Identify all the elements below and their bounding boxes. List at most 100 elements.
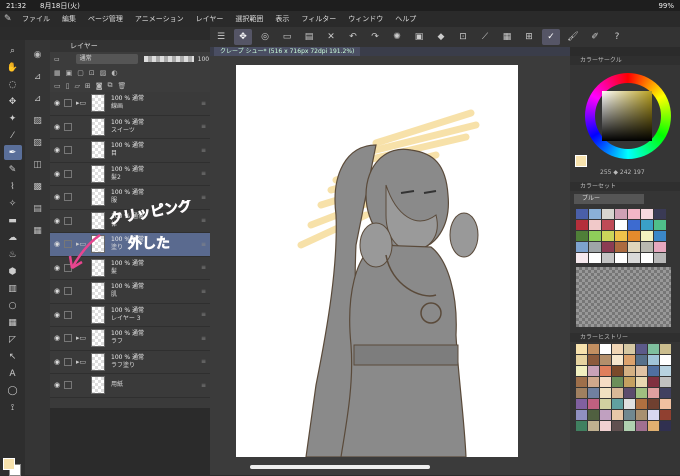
history-swatch[interactable] bbox=[636, 388, 647, 398]
lock-box[interactable] bbox=[64, 146, 72, 155]
drag-handle-icon[interactable]: ≡ bbox=[201, 100, 206, 107]
lock-alpha-icon[interactable]: ▢ bbox=[77, 69, 84, 77]
history-swatch[interactable] bbox=[660, 388, 671, 398]
redo-icon[interactable]: ↷ bbox=[366, 29, 384, 45]
drag-handle-icon[interactable]: ≡ bbox=[201, 382, 206, 389]
layer-row[interactable]: ◉ 100 % 通常 レイヤー 3 ≡ bbox=[50, 304, 210, 327]
eraser-icon[interactable]: ▬ bbox=[4, 213, 22, 228]
lock-box[interactable] bbox=[64, 169, 72, 178]
history-swatch[interactable] bbox=[660, 410, 671, 420]
layer-name[interactable]: ラフ塗り bbox=[111, 362, 144, 370]
mask-icon[interactable]: ▨ bbox=[100, 69, 107, 77]
menu-window[interactable]: ウィンドウ bbox=[348, 14, 383, 24]
history-swatch[interactable] bbox=[576, 366, 587, 376]
subtool-1-icon[interactable]: ◉ bbox=[28, 46, 48, 64]
layer-name[interactable]: 肌 bbox=[111, 291, 144, 299]
history-swatch[interactable] bbox=[636, 377, 647, 387]
lock-box[interactable] bbox=[64, 99, 72, 108]
canvas-area[interactable] bbox=[210, 56, 570, 475]
color-swatch[interactable] bbox=[576, 209, 588, 219]
history-swatch[interactable] bbox=[624, 366, 635, 376]
blend-mode-select[interactable]: 通常 bbox=[75, 54, 138, 64]
pencil-icon[interactable]: ✎ bbox=[4, 162, 22, 177]
history-swatch[interactable] bbox=[576, 421, 587, 431]
clear-icon[interactable]: ▭ bbox=[278, 29, 296, 45]
color-swatch[interactable] bbox=[615, 220, 627, 230]
color-swatch[interactable] bbox=[602, 220, 614, 230]
drag-handle-icon[interactable]: ≡ bbox=[201, 194, 206, 201]
history-swatch[interactable] bbox=[600, 344, 611, 354]
subtool-3-icon[interactable]: ⊿ bbox=[28, 90, 48, 108]
history-swatch[interactable] bbox=[624, 421, 635, 431]
color-swatch[interactable] bbox=[628, 209, 640, 219]
magic-wand-icon[interactable]: ✦ bbox=[4, 111, 22, 126]
color-swatch[interactable] bbox=[615, 242, 627, 252]
view-icon[interactable]: ◎ bbox=[256, 29, 274, 45]
fill-tool-icon[interactable]: ⬢ bbox=[4, 264, 22, 279]
lock-box[interactable] bbox=[64, 334, 72, 343]
copy-icon[interactable]: ⧉ bbox=[108, 81, 113, 90]
ruler-tool-icon[interactable]: ◸ bbox=[4, 332, 22, 347]
history-swatch[interactable] bbox=[600, 377, 611, 387]
color-icon[interactable]: ◐ bbox=[111, 69, 117, 77]
history-swatch[interactable] bbox=[648, 377, 659, 387]
eyedropper-icon[interactable]: ⁄ bbox=[4, 128, 22, 143]
color-swatch[interactable] bbox=[628, 253, 640, 263]
history-swatch[interactable] bbox=[648, 344, 659, 354]
new-vector-icon[interactable]: ▯ bbox=[66, 82, 70, 90]
history-swatch[interactable] bbox=[648, 388, 659, 398]
correction-icon[interactable]: ⟟ bbox=[4, 400, 22, 415]
layer-name[interactable]: 髪2 bbox=[111, 174, 144, 182]
hand-icon[interactable]: ✋ bbox=[4, 60, 22, 75]
history-swatch[interactable] bbox=[588, 410, 599, 420]
layer-name[interactable]: 目 bbox=[111, 150, 144, 158]
color-swatch[interactable] bbox=[576, 253, 588, 263]
color-swatch[interactable] bbox=[589, 242, 601, 252]
history-swatch[interactable] bbox=[636, 399, 647, 409]
folder-icon[interactable]: ▸▭ bbox=[76, 358, 88, 366]
lasso-select-icon[interactable]: ◌ bbox=[4, 77, 22, 92]
eye-icon[interactable]: ◉ bbox=[50, 358, 64, 366]
eye-icon[interactable]: ◉ bbox=[50, 381, 64, 389]
color-swatch[interactable] bbox=[576, 231, 588, 241]
history-swatch[interactable] bbox=[576, 344, 587, 354]
text-icon[interactable]: A bbox=[4, 366, 22, 381]
history-swatch[interactable] bbox=[600, 421, 611, 431]
menu-filter[interactable]: フィルター bbox=[301, 14, 336, 24]
layer-row[interactable]: ◉ ▸▭ 100 % 通常 ラフ ≡ bbox=[50, 327, 210, 351]
color-history-swatches[interactable] bbox=[570, 342, 680, 433]
snap-icon[interactable]: ⊞ bbox=[520, 29, 538, 45]
lock-icon[interactable]: ⊡ bbox=[89, 69, 95, 77]
drag-handle-icon[interactable]: ≡ bbox=[201, 264, 206, 271]
history-swatch[interactable] bbox=[600, 366, 611, 376]
lock-box[interactable] bbox=[64, 381, 72, 390]
subtool-7-icon[interactable]: ▩ bbox=[28, 178, 48, 196]
saturation-square[interactable] bbox=[602, 91, 652, 141]
color-swatch[interactable] bbox=[641, 209, 653, 219]
color-swatch[interactable] bbox=[602, 253, 614, 263]
history-swatch[interactable] bbox=[612, 421, 623, 431]
drag-handle-icon[interactable]: ≡ bbox=[201, 358, 206, 365]
blend-icon[interactable]: ☁ bbox=[4, 230, 22, 245]
layer-row[interactable]: ◉ 100 % 通常肌 ≡ bbox=[50, 280, 210, 304]
layer-row[interactable]: ◉ 100 % 通常目 ≡ bbox=[50, 139, 210, 163]
history-swatch[interactable] bbox=[624, 377, 635, 387]
history-swatch[interactable] bbox=[612, 399, 623, 409]
history-swatch[interactable] bbox=[612, 388, 623, 398]
layer-name[interactable]: 線画 bbox=[111, 103, 144, 111]
color-swatch[interactable] bbox=[589, 220, 601, 230]
color-swatch[interactable] bbox=[654, 209, 666, 219]
menu-view[interactable]: 表示 bbox=[275, 14, 289, 24]
eye-icon[interactable]: ◉ bbox=[50, 123, 64, 131]
history-swatch[interactable] bbox=[648, 355, 659, 365]
gradient-icon[interactable]: ▥ bbox=[4, 281, 22, 296]
history-swatch[interactable] bbox=[600, 410, 611, 420]
drag-handle-icon[interactable]: ≡ bbox=[201, 170, 206, 177]
lasso-icon[interactable]: ✺ bbox=[388, 29, 406, 45]
history-swatch[interactable] bbox=[636, 355, 647, 365]
current-color-swatch[interactable] bbox=[575, 155, 587, 167]
color-swatch[interactable] bbox=[628, 220, 640, 230]
clip-icon[interactable]: ▦ bbox=[54, 69, 61, 77]
history-swatch[interactable] bbox=[660, 421, 671, 431]
opacity-value[interactable]: 100 bbox=[198, 56, 209, 63]
